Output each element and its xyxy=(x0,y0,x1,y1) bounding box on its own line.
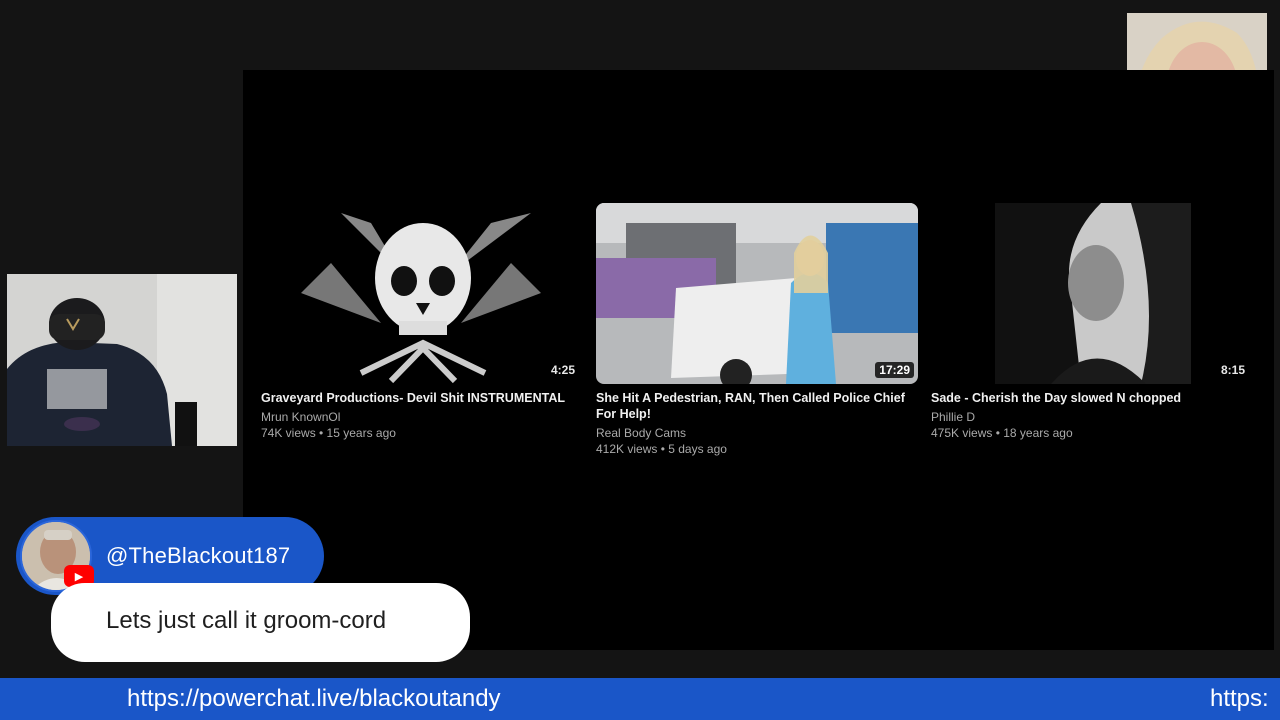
streamer-webcam-image xyxy=(7,274,237,446)
bodycam-artwork xyxy=(596,203,918,384)
ticker-text-repeat: https: xyxy=(1210,685,1269,712)
ticker-text: https://powerchat.live/blackoutandy xyxy=(127,685,501,712)
play-glyph: ▶ xyxy=(74,570,84,583)
video-duration: 8:15 xyxy=(1220,363,1245,377)
shared-screen: 4:25 Graveyard Productions- Devil Shit I… xyxy=(243,70,1274,650)
chat-username: @TheBlackout187 xyxy=(106,543,291,568)
video-card[interactable]: 17:29 She Hit A Pedestrian, RAN, Then Ca… xyxy=(596,203,920,456)
video-thumbnail[interactable]: 8:15 xyxy=(931,203,1253,384)
video-channel[interactable]: Phillie D xyxy=(931,410,1255,424)
portrait-artwork xyxy=(931,203,1253,384)
video-card[interactable]: 4:25 Graveyard Productions- Devil Shit I… xyxy=(261,203,585,440)
streamer-webcam xyxy=(7,274,237,446)
video-duration: 17:29 xyxy=(875,362,914,378)
video-thumbnail[interactable]: 4:25 xyxy=(261,203,583,384)
video-meta: 74K views • 15 years ago xyxy=(261,426,396,440)
video-title[interactable]: She Hit A Pedestrian, RAN, Then Called P… xyxy=(596,390,916,422)
url-ticker: https://powerchat.live/blackoutandy http… xyxy=(0,678,1280,720)
video-duration: 4:25 xyxy=(550,363,575,377)
chat-message: Lets just call it groom-cord xyxy=(106,607,387,634)
video-title[interactable]: Sade - Cherish the Day slowed N chopped xyxy=(931,390,1251,406)
video-meta: 475K views • 18 years ago xyxy=(931,426,1073,440)
skull-artwork xyxy=(261,203,583,384)
video-channel[interactable]: Mrun KnownOl xyxy=(261,410,585,424)
video-channel[interactable]: Real Body Cams xyxy=(596,426,920,440)
video-card[interactable]: 8:15 Sade - Cherish the Day slowed N cho… xyxy=(931,203,1255,440)
video-meta: 412K views • 5 days ago xyxy=(596,442,727,456)
video-thumbnail[interactable]: 17:29 xyxy=(596,203,918,384)
video-title[interactable]: Graveyard Productions- Devil Shit INSTRU… xyxy=(261,390,581,406)
